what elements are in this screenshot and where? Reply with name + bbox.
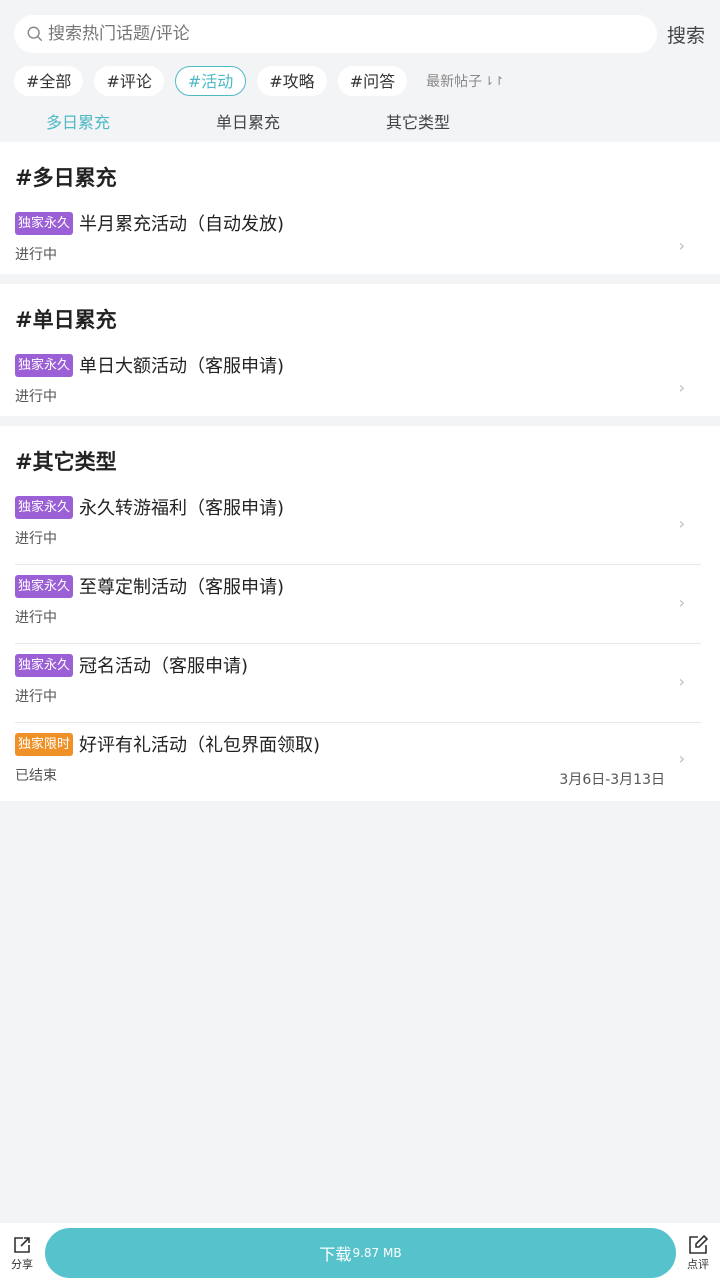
- item-status: 进行中: [15, 689, 57, 705]
- badge-permanent: 独家永久: [15, 653, 74, 677]
- list-item[interactable]: 独家限时 好评有礼活动（礼包界面领取) 已结束 3月6日-3月13日 ›: [0, 723, 720, 801]
- badge-permanent: 独家永久: [15, 574, 74, 598]
- header-area: 搜索 #全部 #评论 #活动 #攻略 #问答 最新帖子 ⇂↾ 多日累充 单日累充…: [0, 0, 720, 142]
- list-item[interactable]: 独家永久 冠名活动（客服申请) 进行中 ›: [0, 644, 720, 723]
- item-title: 冠名活动（客服申请): [79, 656, 249, 677]
- item-status: 进行中: [15, 610, 57, 626]
- share-icon: [14, 1237, 30, 1253]
- item-title: 永久转游福利（客服申请): [79, 498, 285, 519]
- tag-reviews[interactable]: #评论: [94, 66, 164, 96]
- chevron-right-icon: ›: [678, 593, 685, 612]
- badge-permanent: 独家永久: [15, 495, 74, 519]
- edit-icon: [689, 1234, 709, 1254]
- section-title: #单日累充: [15, 308, 117, 332]
- sort-icon: ⇂↾: [484, 74, 505, 88]
- chevron-right-icon: ›: [678, 749, 685, 768]
- tab-single-day[interactable]: 单日累充: [216, 109, 280, 133]
- tag-guides[interactable]: #攻略: [257, 66, 327, 96]
- chevron-right-icon: ›: [678, 514, 685, 533]
- download-button[interactable]: 下载 9.87 MB: [45, 1228, 676, 1278]
- review-label: 点评: [687, 1258, 709, 1271]
- search-row: 搜索: [0, 0, 720, 58]
- share-label: 分享: [11, 1258, 33, 1271]
- item-title: 半月累充活动（自动发放): [79, 214, 285, 235]
- section-title: #多日累充: [15, 166, 117, 190]
- item-status: 进行中: [15, 247, 57, 263]
- tab-other[interactable]: 其它类型: [386, 109, 450, 133]
- tab-multi-day[interactable]: 多日累充: [46, 109, 110, 133]
- sort-dropdown[interactable]: 最新帖子 ⇂↾: [426, 71, 504, 91]
- share-button[interactable]: 分享: [0, 1234, 44, 1272]
- sort-label: 最新帖子: [426, 74, 483, 90]
- download-size: 9.87 MB: [352, 1246, 402, 1260]
- chevron-right-icon: ›: [678, 378, 685, 397]
- tag-all[interactable]: #全部: [14, 66, 84, 96]
- item-title: 好评有礼活动（礼包界面领取): [79, 735, 321, 756]
- badge-permanent: 独家永久: [15, 353, 74, 377]
- section-other: #其它类型 独家永久 永久转游福利（客服申请) 进行中 › 独家永久 至尊定制活…: [0, 426, 720, 801]
- section-multi-day: #多日累充 独家永久 半月累充活动（自动发放) 进行中 ›: [0, 142, 720, 274]
- item-title: 单日大额活动（客服申请): [79, 356, 285, 377]
- chevron-right-icon: ›: [678, 672, 685, 691]
- review-button[interactable]: 点评: [676, 1234, 720, 1272]
- chevron-right-icon: ›: [678, 236, 685, 255]
- badge-limited: 独家限时: [15, 732, 74, 756]
- tag-filter-row: #全部 #评论 #活动 #攻略 #问答 最新帖子 ⇂↾: [0, 58, 720, 100]
- list-item[interactable]: 独家永久 单日大额活动（客服申请) 进行中 ›: [0, 344, 720, 416]
- category-tabs: 多日累充 单日累充 其它类型: [0, 100, 720, 142]
- list-item[interactable]: 独家永久 至尊定制活动（客服申请) 进行中 ›: [0, 565, 720, 644]
- search-icon: [27, 26, 43, 42]
- search-box[interactable]: [14, 15, 657, 53]
- section-single-day: #单日累充 独家永久 单日大额活动（客服申请) 进行中 ›: [0, 284, 720, 416]
- list-item[interactable]: 独家永久 永久转游福利（客服申请) 进行中 ›: [0, 486, 720, 565]
- item-status: 进行中: [15, 531, 57, 547]
- item-date: 3月6日-3月13日: [559, 772, 665, 788]
- search-input[interactable]: [48, 24, 608, 44]
- search-button[interactable]: 搜索: [667, 21, 705, 48]
- download-label: 下载: [319, 1245, 352, 1264]
- item-title: 至尊定制活动（客服申请): [79, 577, 285, 598]
- tag-events[interactable]: #活动: [174, 66, 247, 96]
- tag-qa[interactable]: #问答: [337, 66, 408, 96]
- section-title: #其它类型: [15, 450, 117, 474]
- item-status: 进行中: [15, 389, 57, 405]
- bottom-action-bar: 分享 下载 9.87 MB 点评: [0, 1223, 720, 1283]
- list-item[interactable]: 独家永久 半月累充活动（自动发放) 进行中 ›: [0, 202, 720, 274]
- badge-permanent: 独家永久: [15, 211, 74, 235]
